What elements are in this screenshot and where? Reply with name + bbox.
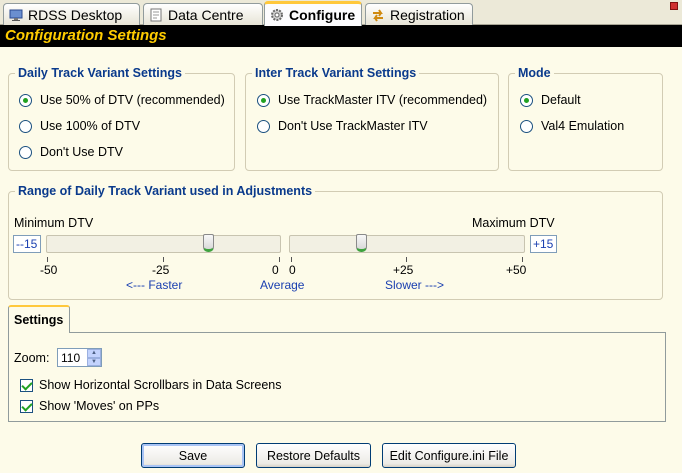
tab-registration[interactable]: Registration: [365, 3, 473, 25]
spin-up-icon[interactable]: ▲: [87, 349, 101, 358]
radio-use-100-dtv[interactable]: Use 100% of DTV: [19, 119, 140, 133]
zoom-label: Zoom:: [14, 351, 50, 365]
min-dtv-slider-thumb[interactable]: [203, 234, 214, 252]
radio-button[interactable]: [257, 93, 270, 107]
maximum-dtv-label: Maximum DTV: [472, 216, 555, 230]
save-button[interactable]: Save: [141, 443, 245, 468]
radio-label: Don't Use TrackMaster ITV: [278, 119, 428, 133]
radio-mode-val4-emulation[interactable]: Val4 Emulation: [520, 119, 624, 133]
radio-button[interactable]: [520, 119, 533, 133]
tick-label: +50: [506, 263, 527, 277]
radio-mode-default[interactable]: Default: [520, 93, 581, 107]
edit-configure-ini-button[interactable]: Edit Configure.ini File: [382, 443, 516, 468]
tick-mark: [291, 257, 292, 262]
tick-mark: [279, 257, 280, 262]
min-dtv-value[interactable]: --15: [13, 235, 41, 253]
group-legend: Inter Track Variant Settings: [252, 66, 420, 80]
tab-label: Configure: [289, 7, 356, 23]
max-dtv-slider-thumb[interactable]: [356, 234, 367, 252]
group-legend: Daily Track Variant Settings: [15, 66, 185, 80]
checkbox-label: Show 'Moves' on PPs: [39, 399, 160, 413]
arrows-icon: [371, 8, 385, 22]
tab-label: Registration: [390, 6, 465, 23]
page-title: Configuration Settings: [5, 27, 167, 44]
tab-label: RDSS Desktop: [28, 6, 123, 23]
document-icon: [149, 8, 163, 22]
min-dtv-slider-track[interactable]: [46, 235, 281, 253]
radio-button[interactable]: [19, 145, 32, 159]
tab-data-centre[interactable]: Data Centre: [143, 3, 263, 25]
faster-label: <--- Faster: [126, 278, 183, 292]
group-legend: Mode: [515, 66, 554, 80]
radio-dont-use-trackmaster-itv[interactable]: Don't Use TrackMaster ITV: [257, 119, 428, 133]
show-horizontal-scrollbars-checkbox[interactable]: Show Horizontal Scrollbars in Data Scree…: [20, 378, 281, 392]
gear-icon: [270, 8, 284, 22]
tick-label: 0: [272, 263, 279, 277]
radio-label: Use 50% of DTV (recommended): [40, 93, 225, 107]
radio-button[interactable]: [19, 93, 32, 107]
tick-mark: [406, 257, 407, 262]
radio-use-trackmaster-itv[interactable]: Use TrackMaster ITV (recommended): [257, 93, 487, 107]
tab-settings[interactable]: Settings: [8, 305, 70, 333]
radio-label: Use 100% of DTV: [40, 119, 141, 133]
radio-button[interactable]: [520, 93, 533, 107]
tick-label: -25: [152, 263, 170, 277]
spin-down-icon[interactable]: ▼: [87, 357, 101, 366]
tab-configure[interactable]: Configure: [264, 1, 362, 26]
checkbox[interactable]: [20, 378, 33, 392]
tick-label: -50: [40, 263, 58, 277]
minimum-dtv-label: Minimum DTV: [14, 216, 94, 230]
tick-label: +25: [393, 263, 414, 277]
checkbox-label: Show Horizontal Scrollbars in Data Scree…: [39, 378, 282, 392]
max-dtv-slider-track[interactable]: [289, 235, 525, 253]
zoom-stepper[interactable]: 110 ▲ ▼: [57, 348, 102, 367]
desktop-icon: [9, 8, 23, 22]
tick-label: 0: [289, 263, 296, 277]
tab-strip: RDSS Desktop Data Centre Configure Regis…: [0, 0, 682, 26]
radio-dont-use-dtv[interactable]: Don't Use DTV: [19, 145, 123, 159]
tick-mark: [47, 257, 48, 262]
radio-button[interactable]: [257, 119, 270, 133]
radio-label: Use TrackMaster ITV (recommended): [278, 93, 488, 107]
radio-use-50-dtv[interactable]: Use 50% of DTV (recommended): [19, 93, 225, 107]
max-dtv-value[interactable]: +15: [530, 235, 557, 253]
radio-label: Don't Use DTV: [40, 145, 123, 159]
group-legend: Range of Daily Track Variant used in Adj…: [15, 184, 316, 198]
tick-mark: [163, 257, 164, 262]
zoom-value[interactable]: 110: [61, 351, 80, 365]
average-label: Average: [260, 278, 305, 292]
tick-mark: [522, 257, 523, 262]
show-moves-checkbox[interactable]: Show 'Moves' on PPs: [20, 399, 159, 413]
radio-label: Val4 Emulation: [541, 119, 625, 133]
radio-button[interactable]: [19, 119, 32, 133]
title-bar: Configuration Settings: [0, 25, 682, 47]
tab-rdss-desktop[interactable]: RDSS Desktop: [3, 3, 140, 25]
close-panel-icon[interactable]: [670, 2, 678, 10]
slower-label: Slower --->: [385, 278, 445, 292]
tab-label: Data Centre: [168, 6, 244, 23]
restore-defaults-button[interactable]: Restore Defaults: [256, 443, 371, 468]
radio-label: Default: [541, 93, 581, 107]
checkbox[interactable]: [20, 399, 33, 413]
